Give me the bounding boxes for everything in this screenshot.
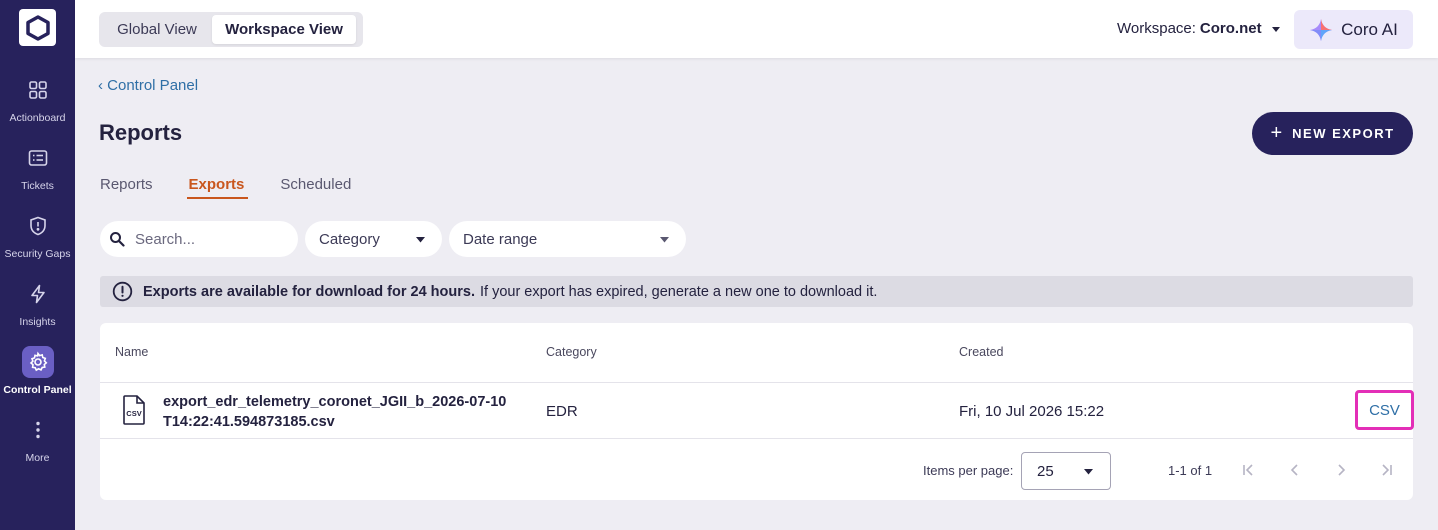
items-per-page-label: Items per page: <box>923 463 1014 478</box>
coro-ai-button[interactable]: Coro AI <box>1294 10 1413 49</box>
ticket-list-icon <box>22 142 54 174</box>
sidebar-item-label: Insights <box>19 316 56 328</box>
last-page-icon <box>1382 464 1392 476</box>
banner-bold-text: Exports are available for download for 2… <box>143 283 475 300</box>
top-bar: Global View Workspace View Workspace: Co… <box>75 0 1438 58</box>
chevron-right-icon <box>1338 464 1346 476</box>
sidebar: Actionboard Tickets Security Gaps Insigh… <box>0 0 75 530</box>
info-circle-icon <box>112 281 133 302</box>
sidebar-item-label: Control Panel <box>3 384 72 396</box>
items-per-page-value: 25 <box>1037 462 1054 480</box>
workspace-selector[interactable]: Workspace: Coro.net <box>1117 20 1282 37</box>
sidebar-item-more[interactable]: More <box>0 402 75 464</box>
search-input[interactable] <box>135 230 285 248</box>
info-banner: Exports are available for download for 2… <box>100 276 1413 307</box>
plus-icon: + <box>1270 122 1283 144</box>
sidebar-item-label: Actionboard <box>9 112 66 124</box>
column-header-name: Name <box>115 345 149 359</box>
sidebar-item-tickets[interactable]: Tickets <box>0 130 75 192</box>
tabs: Reports Exports Scheduled <box>100 170 387 200</box>
first-page-button[interactable] <box>1238 459 1260 481</box>
first-page-icon <box>1243 464 1253 476</box>
csv-download-link[interactable]: CSV <box>1355 390 1414 430</box>
coro-logo[interactable] <box>19 9 56 46</box>
csv-file-icon: CSV <box>123 395 145 425</box>
coro-ai-sparkle-icon <box>1310 18 1333 41</box>
divider <box>100 382 1413 383</box>
new-export-label: NEW EXPORT <box>1292 126 1395 141</box>
sidebar-item-control-panel[interactable]: Control Panel <box>0 334 75 396</box>
breadcrumb-control-panel[interactable]: ‹ Control Panel <box>98 77 198 94</box>
csv-file-icon-text: CSV <box>126 409 141 418</box>
page-title: Reports <box>99 120 183 145</box>
last-page-button[interactable] <box>1375 459 1397 481</box>
caret-down-icon <box>660 236 669 242</box>
caret-down-icon <box>1084 468 1093 474</box>
exports-table: Name Category Created CSV export_edr_tel… <box>100 323 1414 500</box>
lightning-icon <box>22 278 54 310</box>
shield-alert-icon <box>22 210 54 242</box>
chevron-left-icon <box>1290 464 1298 476</box>
divider <box>100 438 1413 439</box>
category-select[interactable]: Category <box>305 221 442 257</box>
sidebar-item-label: Security Gaps <box>4 248 71 260</box>
tab-scheduled[interactable]: Scheduled <box>280 170 351 200</box>
search-box <box>100 221 298 257</box>
file-name: export_edr_telemetry_coronet_JGII_b_2026… <box>163 394 507 430</box>
next-page-button[interactable] <box>1330 459 1352 481</box>
sidebar-item-security-gaps[interactable]: Security Gaps <box>0 198 75 260</box>
more-vertical-icon <box>22 414 54 446</box>
row-category: EDR <box>546 403 578 420</box>
tab-exports[interactable]: Exports <box>186 170 249 200</box>
search-icon <box>110 232 125 247</box>
sidebar-item-label: Tickets <box>21 180 54 192</box>
workspace-label: Workspace: <box>1117 20 1196 37</box>
global-view-button[interactable]: Global View <box>102 15 212 44</box>
date-range-select[interactable]: Date range <box>449 221 686 257</box>
grid-icon <box>22 74 54 106</box>
sidebar-item-actionboard[interactable]: Actionboard <box>0 62 75 124</box>
items-per-page-select[interactable]: 25 <box>1021 452 1111 490</box>
date-range-select-label: Date range <box>463 230 538 248</box>
category-select-label: Category <box>319 230 380 248</box>
column-header-created: Created <box>959 345 1004 359</box>
workspace-value: Coro.net <box>1199 20 1262 37</box>
banner-text: If your export has expired, generate a n… <box>479 283 878 300</box>
hexagon-logo-icon <box>25 14 50 41</box>
column-header-category: Category <box>546 345 597 359</box>
sidebar-item-insights[interactable]: Insights <box>0 266 75 328</box>
new-export-button[interactable]: + NEW EXPORT <box>1252 112 1413 155</box>
row-created: Fri, 10 Jul 2026 15:22 <box>959 403 1105 420</box>
page-range: 1-1 of 1 <box>1168 463 1213 478</box>
tab-reports[interactable]: Reports <box>100 170 153 200</box>
view-toggle: Global View Workspace View <box>99 12 363 47</box>
gear-icon <box>21 346 54 378</box>
previous-page-button[interactable] <box>1284 459 1306 481</box>
sidebar-item-label: More <box>25 452 50 464</box>
coro-ai-label: Coro AI <box>1341 19 1398 39</box>
caret-down-icon <box>416 236 425 242</box>
caret-down-icon <box>1271 26 1280 32</box>
workspace-view-button[interactable]: Workspace View <box>212 15 356 44</box>
